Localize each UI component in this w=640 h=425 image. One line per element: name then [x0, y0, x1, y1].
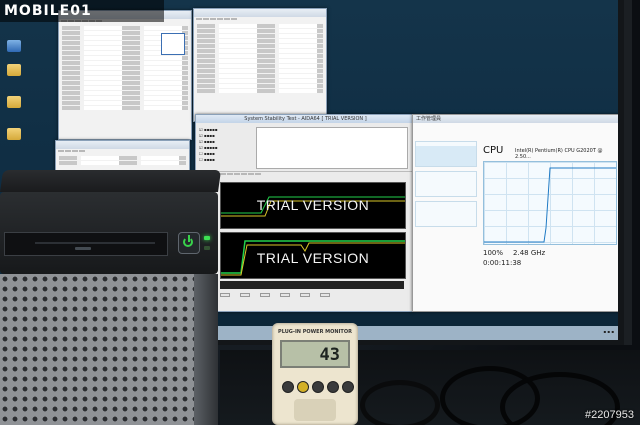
power-led: [204, 236, 210, 240]
tab-caches[interactable]: [65, 150, 71, 152]
task-manager-window[interactable]: 工作管理員 CPU Intel(R) Pentium(R) CPU G2020T…: [412, 114, 618, 312]
battery-status-bar: [220, 281, 404, 289]
tab-memory[interactable]: [217, 18, 223, 20]
clear-button[interactable]: [260, 293, 270, 297]
meter-button[interactable]: [327, 381, 339, 393]
desktop-icon[interactable]: [4, 40, 24, 53]
status-log: [256, 127, 408, 169]
meter-button[interactable]: [312, 381, 324, 393]
case-front-panel: [0, 192, 218, 274]
desktop-icon[interactable]: [4, 128, 24, 141]
stress-options-panel: ☑ ▪▪▪▪▪ ☑ ▪▪▪▪ ☑ ▪▪▪▪ ☑ ▪▪▪▪▪ ☐ ▪▪▪▪ ☐ ▪▪▪▪: [196, 123, 412, 172]
tab-temperatures[interactable]: [220, 173, 226, 175]
tab-cpu[interactable]: [58, 150, 64, 152]
resource-item-memory[interactable]: [415, 171, 477, 197]
meter-button[interactable]: [297, 381, 309, 393]
aida-title: System Stability Test - AIDA64 [ TRIAL V…: [196, 115, 412, 123]
trial-version-watermark: TRIAL VERSION: [256, 197, 370, 213]
cpu-heading: CPU: [483, 145, 504, 156]
tab-clocks[interactable]: [248, 173, 254, 175]
tab-voltages[interactable]: [234, 173, 240, 175]
tab-mainboard[interactable]: [72, 150, 78, 152]
power-meter-title: PLUG-IN POWER MONITOR: [278, 329, 352, 335]
speed-value: 2.48 GHz: [513, 249, 546, 257]
folder-icon: [7, 64, 21, 76]
resource-list: [415, 141, 477, 241]
cpuz-caches-window[interactable]: [193, 8, 327, 122]
tab-mainboard[interactable]: [210, 18, 216, 20]
stop-button[interactable]: [240, 293, 250, 297]
meter-button[interactable]: [282, 381, 294, 393]
folder-icon: [7, 128, 21, 140]
optical-drive[interactable]: [4, 232, 168, 256]
mainboard-rows: [56, 153, 189, 168]
trial-version-watermark: TRIAL VERSION: [256, 250, 370, 266]
resource-item-cpu[interactable]: [415, 141, 477, 167]
task-manager-title: 工作管理員: [413, 115, 618, 123]
system-tray[interactable]: ▪ ▪ ▪: [603, 329, 614, 334]
intel-logo: [161, 33, 185, 55]
perforated-grille: [0, 274, 218, 425]
cable: [360, 380, 440, 425]
tab-about[interactable]: [231, 18, 237, 20]
power-reading: 43: [319, 345, 340, 365]
cpu-utilization-graph: [483, 161, 617, 245]
cpuid-button[interactable]: [300, 293, 310, 297]
window-titlebar[interactable]: [56, 141, 189, 149]
stress-checkbox-list[interactable]: ☑ ▪▪▪▪▪ ☑ ▪▪▪▪ ☑ ▪▪▪▪ ☑ ▪▪▪▪▪ ☐ ▪▪▪▪ ☐ ▪▪▪▪: [199, 127, 217, 163]
site-logo-text: MOBILE01: [4, 3, 92, 19]
uptime-value: 0:00:11:38: [483, 259, 522, 267]
cache-rows: [194, 21, 326, 96]
desktop-icon[interactable]: [4, 96, 24, 109]
tab-caches[interactable]: [203, 18, 209, 20]
tab-statistics[interactable]: [255, 173, 261, 175]
desktop-pc-case: [0, 170, 222, 425]
cpu-model-name: Intel(R) Pentium(R) CPU G2020T @ 2.50...: [515, 148, 603, 160]
tab-powers[interactable]: [241, 173, 247, 175]
cpuz-cpu-window[interactable]: [58, 10, 192, 140]
tab-spd[interactable]: [224, 18, 230, 20]
scene: System Stability Test - AIDA64 [ TRIAL V…: [0, 0, 640, 425]
tab-memory[interactable]: [79, 150, 85, 152]
resource-item-disk[interactable]: [415, 201, 477, 227]
aida64-stability-window[interactable]: System Stability Test - AIDA64 [ TRIAL V…: [195, 114, 413, 312]
tab-cooling-fans[interactable]: [227, 173, 233, 175]
site-logo: MOBILE01: [0, 0, 164, 22]
outlet-socket: [294, 399, 336, 421]
window-titlebar[interactable]: [194, 9, 326, 17]
disc-slot: [35, 242, 155, 244]
save-button[interactable]: [280, 293, 290, 297]
hdd-led: [204, 246, 210, 250]
preferences-button[interactable]: [320, 293, 330, 297]
temperature-graph: TRIAL VERSION: [220, 182, 406, 229]
aida-button-row: [220, 293, 330, 297]
utilization-trace: [484, 167, 616, 243]
meter-button[interactable]: [342, 381, 354, 393]
tab-cpu[interactable]: [196, 18, 202, 20]
app-icon: [7, 40, 21, 52]
desktop-icon[interactable]: [4, 64, 24, 77]
graph-tab-strip: [218, 172, 412, 176]
eject-button[interactable]: [75, 247, 91, 250]
utilization-value: 100%: [483, 249, 504, 257]
folder-icon: [7, 96, 21, 108]
cpu-usage-graph: TRIAL VERSION: [220, 232, 406, 279]
cpu-stats: 100% 2.48 GHz 0:00:11:38: [483, 247, 615, 267]
case-top: [0, 170, 222, 192]
lcd-display: 43: [280, 340, 350, 368]
start-button[interactable]: [220, 293, 230, 297]
photo-watermark: #2207953: [585, 409, 634, 421]
power-meter: PLUG-IN POWER MONITOR 43: [272, 323, 358, 425]
power-button[interactable]: [178, 232, 200, 254]
case-side-shadow: [194, 274, 218, 425]
